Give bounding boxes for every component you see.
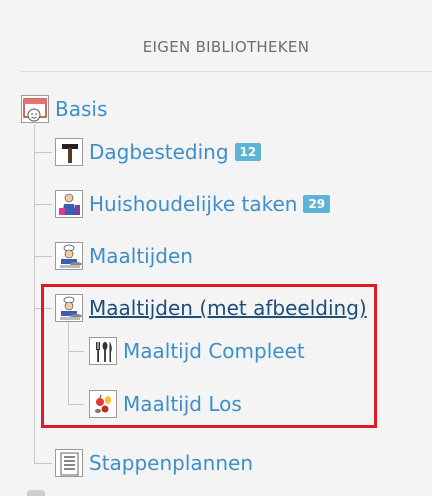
food-items-icon: [89, 390, 117, 418]
tree-line: [34, 256, 52, 257]
tree-item-maaltijd-compleet[interactable]: Maaltijd Compleet: [89, 337, 305, 365]
chef-icon: [55, 294, 83, 322]
count-badge: 29: [303, 195, 331, 213]
tree-line: [34, 204, 52, 205]
tree-line: [34, 463, 52, 464]
tree-item-maaltijd-los[interactable]: Maaltijd Los: [89, 390, 242, 418]
section-title: EIGEN BIBLIOTHEKEN: [142, 38, 310, 56]
list-icon: [55, 449, 83, 477]
tree-item-label: Maaltijden: [89, 244, 193, 268]
tree-item-maaltijden-met-afbeelding[interactable]: Maaltijden (met afbeelding): [55, 294, 367, 322]
tree-line: [68, 351, 84, 352]
calendar-face-icon: [21, 95, 49, 123]
tree-item-label: Basis: [55, 97, 108, 121]
scroll-thumb[interactable]: [27, 490, 45, 496]
tree-item-label: Dagbesteding: [89, 140, 229, 164]
tree-item-maaltijden[interactable]: Maaltijden: [55, 242, 193, 270]
tree-item-label: Maaltijd Compleet: [123, 339, 305, 363]
chef-icon: [55, 242, 83, 270]
library-panel: EIGEN BIBLIOTHEKEN Basis Dagbesteding 12…: [0, 0, 432, 496]
tree-line: [34, 124, 35, 464]
tree-line: [34, 152, 52, 153]
tree-item-dagbesteding[interactable]: Dagbesteding 12: [55, 138, 262, 166]
tree-item-label: Huishoudelijke taken: [89, 192, 298, 216]
cutlery-icon: [89, 337, 117, 365]
tree-item-stappenplannen[interactable]: Stappenplannen: [55, 449, 253, 477]
tree-line: [68, 322, 69, 404]
count-badge: 12: [234, 143, 262, 161]
tree-line: [68, 404, 84, 405]
divider: [20, 71, 432, 72]
tree-item-label: Maaltijd Los: [123, 392, 242, 416]
hammer-icon: [55, 138, 83, 166]
tree-item-basis[interactable]: Basis: [21, 95, 107, 123]
tree-item-label: Stappenplannen: [89, 451, 254, 475]
tree-item-label: Maaltijden (met afbeelding): [89, 296, 367, 320]
cleaning-icon: [55, 190, 83, 218]
tree-item-huishoudelijke-taken[interactable]: Huishoudelijke taken 29: [55, 190, 331, 218]
tree-line: [34, 308, 52, 309]
